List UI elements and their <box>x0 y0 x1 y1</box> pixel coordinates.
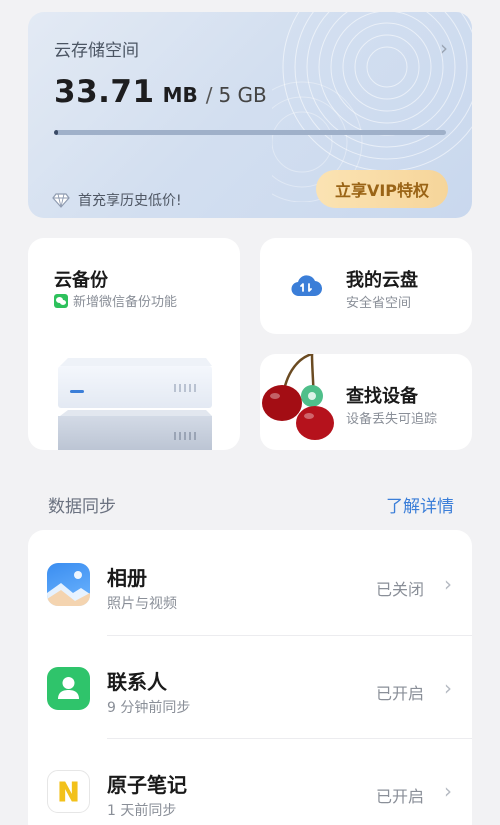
cloud-drive-title: 我的云盘 <box>346 270 418 291</box>
promo-banner: 首充享历史低价! <box>52 190 182 210</box>
find-device-title: 查找设备 <box>346 386 418 407</box>
storage-used-value: 33.71 <box>54 74 155 110</box>
cloud-backup-title: 云备份 <box>54 270 108 291</box>
storage-title: 云存储空间 <box>54 41 139 61</box>
sync-item-notes[interactable]: 原子笔记 1 天前同步 已开启 › <box>28 737 472 825</box>
storage-usage: 33.71 MB / 5 GB <box>54 74 267 110</box>
notes-icon <box>47 770 90 813</box>
storage-separator: / <box>205 83 213 107</box>
chevron-right-icon: › <box>444 779 452 803</box>
cloud-backup-tile[interactable]: 云备份 新增微信备份功能 <box>28 238 240 450</box>
promo-text: 首充享历史低价! <box>78 193 182 209</box>
wechat-icon <box>54 293 68 308</box>
chevron-right-icon[interactable]: › <box>440 36 448 60</box>
sync-item-desc: 1 天前同步 <box>107 803 177 819</box>
cloud-service-page: 云存储空间 › 33.71 MB / 5 GB 首充享历史低价! 立享VIP特权… <box>0 0 500 825</box>
chevron-right-icon: › <box>444 572 452 596</box>
learn-more-link[interactable]: 了解详情 <box>386 492 454 517</box>
storage-used-unit: MB <box>162 83 198 107</box>
storage-progress-fill <box>54 130 58 135</box>
find-device-tile[interactable]: 查找设备 设备丢失可追踪 <box>260 354 472 450</box>
sync-item-photos[interactable]: 相册 照片与视频 已关闭 › <box>28 530 472 633</box>
sync-item-status: 已关闭 <box>375 580 424 599</box>
sync-item-contacts[interactable]: 联系人 9 分钟前同步 已开启 › <box>28 634 472 737</box>
contacts-icon <box>47 667 90 710</box>
cloud-drive-icon <box>291 275 322 297</box>
chevron-right-icon: › <box>444 676 452 700</box>
photos-icon <box>47 563 90 606</box>
data-sync-list: 相册 照片与视频 已关闭 › 联系人 9 分钟前同步 已开启 › 原子笔记 1 … <box>28 530 472 825</box>
storage-card[interactable]: 云存储空间 › 33.71 MB / 5 GB 首充享历史低价! 立享VIP特权 <box>28 12 472 218</box>
server-illustration <box>58 358 212 450</box>
sync-item-desc: 照片与视频 <box>107 596 177 612</box>
cloud-drive-subtitle: 安全省空间 <box>346 296 412 311</box>
storage-total-value: 5 GB <box>218 83 267 107</box>
find-device-subtitle: 设备丢失可追踪 <box>346 412 438 427</box>
sync-item-name: 相册 <box>107 566 147 590</box>
sync-item-name: 联系人 <box>107 670 167 694</box>
cherry-icon <box>262 354 334 440</box>
cloud-drive-tile[interactable]: 我的云盘 安全省空间 <box>260 238 472 334</box>
sync-item-name: 原子笔记 <box>107 773 187 797</box>
sync-item-status: 已开启 <box>375 684 424 703</box>
storage-progress-bar <box>54 130 446 135</box>
cloud-backup-subtitle: 新增微信备份功能 <box>73 295 178 310</box>
cloud-backup-subtitle-row: 新增微信备份功能 <box>54 291 177 310</box>
diamond-icon <box>52 193 70 208</box>
sync-item-status: 已开启 <box>375 787 424 806</box>
vip-privilege-button[interactable]: 立享VIP特权 <box>316 170 448 208</box>
sync-item-desc: 9 分钟前同步 <box>107 700 191 716</box>
data-sync-section-title: 数据同步 <box>48 497 116 517</box>
